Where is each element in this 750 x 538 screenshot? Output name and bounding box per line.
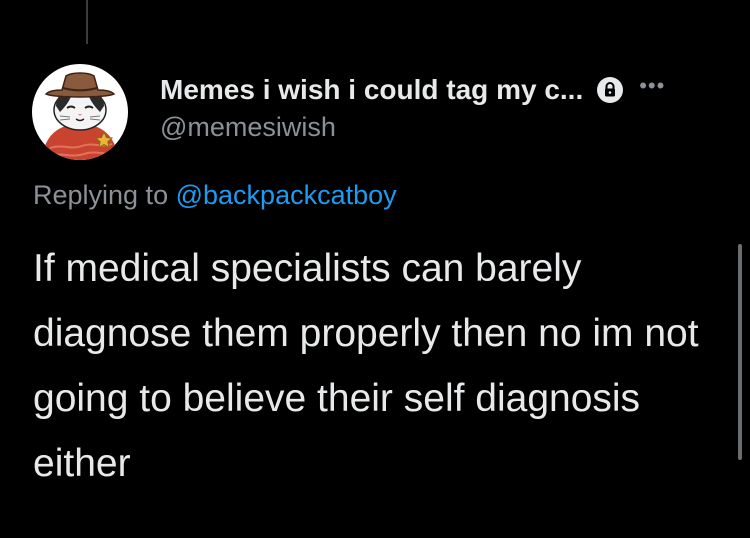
tweet-header: Memes i wish i could tag my c... ••• @me…	[160, 72, 720, 143]
reply-target-link[interactable]: @backpackcatboy	[176, 180, 397, 210]
thread-line	[86, 0, 88, 44]
more-dots-icon[interactable]: •••	[639, 75, 665, 97]
avatar[interactable]	[32, 64, 128, 160]
replying-to-line: Replying to @backpackcatboy	[33, 180, 397, 211]
scrollbar[interactable]	[738, 244, 742, 460]
lock-icon	[597, 77, 624, 103]
display-name[interactable]: Memes i wish i could tag my c...	[160, 74, 583, 106]
cowboy-cat-avatar-icon	[42, 72, 118, 160]
replying-to-label: Replying to	[33, 180, 169, 210]
tweet-text: If medical specialists can barely diagno…	[33, 247, 699, 485]
user-handle[interactable]: @memesiwish	[160, 112, 720, 143]
name-row: Memes i wish i could tag my c... •••	[160, 72, 720, 108]
